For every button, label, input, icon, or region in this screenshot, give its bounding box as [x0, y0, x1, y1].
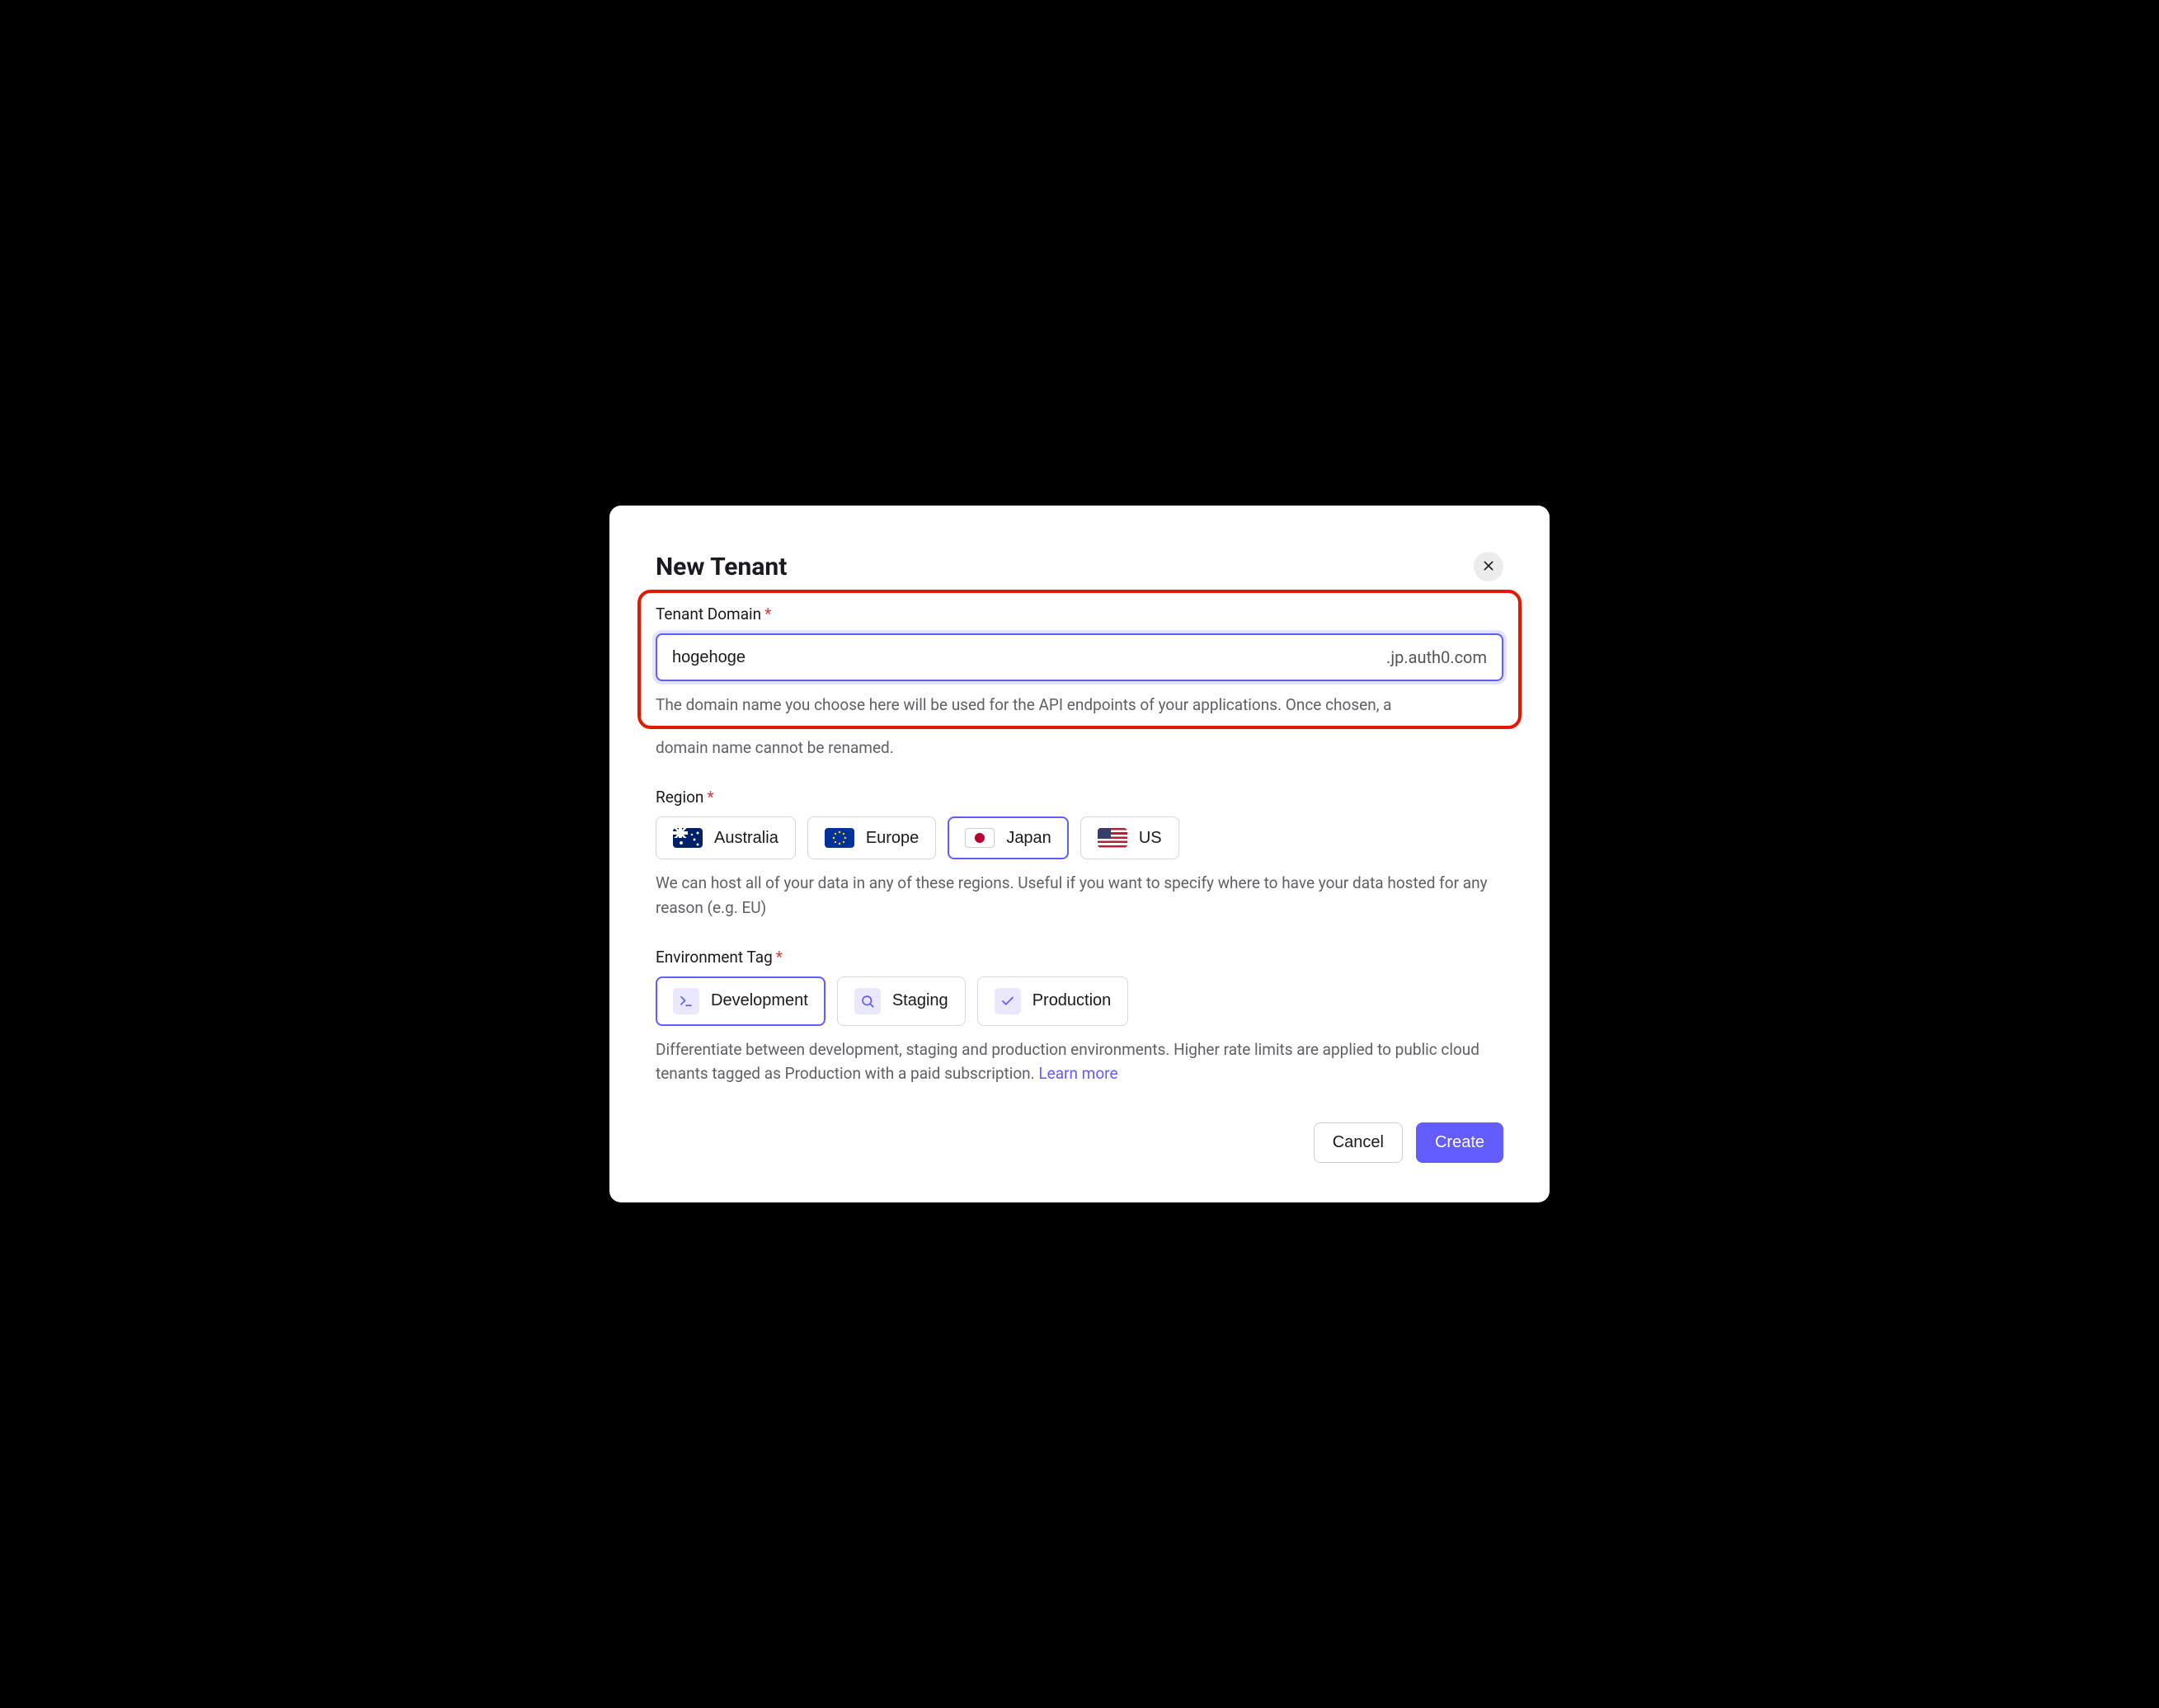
dialog-footer: Cancel Create — [656, 1122, 1503, 1163]
region-options: Australia Europe Japan US — [656, 816, 1503, 859]
search-icon — [854, 988, 881, 1014]
close-icon — [1482, 559, 1495, 575]
close-button[interactable] — [1474, 552, 1503, 581]
check-icon — [995, 988, 1021, 1014]
region-label: Region* — [656, 788, 1503, 807]
tenant-domain-field: Tenant Domain* .jp.auth0.com The domain … — [656, 590, 1503, 760]
dialog-header: New Tenant — [656, 552, 1503, 581]
learn-more-link[interactable]: Learn more — [1038, 1064, 1117, 1083]
region-option-label: Europe — [866, 829, 920, 848]
dialog-title: New Tenant — [656, 553, 787, 581]
create-button[interactable]: Create — [1416, 1122, 1503, 1163]
required-marker: * — [707, 788, 713, 807]
environment-label: Environment Tag* — [656, 948, 1503, 967]
region-option-europe[interactable]: Europe — [807, 816, 937, 859]
new-tenant-dialog: New Tenant Tenant Domain* .jp.auth0.com … — [609, 506, 1550, 1202]
environment-option-staging[interactable]: Staging — [837, 976, 966, 1026]
tenant-domain-highlight: Tenant Domain* .jp.auth0.com The domain … — [637, 590, 1522, 728]
flag-australia-icon — [673, 828, 703, 848]
tenant-domain-input-wrap[interactable]: .jp.auth0.com — [656, 633, 1503, 681]
tenant-domain-help-line1: The domain name you choose here will be … — [656, 693, 1503, 717]
tenant-domain-label: Tenant Domain* — [656, 605, 1503, 623]
environment-option-label: Production — [1032, 991, 1112, 1010]
environment-options: Development Staging Production — [656, 976, 1503, 1026]
region-option-australia[interactable]: Australia — [656, 816, 796, 859]
environment-option-production[interactable]: Production — [977, 976, 1129, 1026]
region-field: Region* Australia Europe Japan US We can… — [656, 788, 1503, 920]
cancel-button[interactable]: Cancel — [1314, 1122, 1403, 1163]
required-marker: * — [776, 948, 783, 967]
region-option-us[interactable]: US — [1080, 816, 1179, 859]
terminal-icon — [673, 988, 699, 1014]
region-option-japan[interactable]: Japan — [948, 816, 1069, 859]
environment-option-label: Staging — [892, 991, 948, 1010]
tenant-domain-suffix: .jp.auth0.com — [1386, 647, 1487, 667]
environment-option-development[interactable]: Development — [656, 976, 826, 1026]
tenant-domain-input[interactable] — [672, 648, 1386, 667]
required-marker: * — [764, 605, 771, 623]
environment-field: Environment Tag* Development Staging — [656, 948, 1503, 1086]
region-help: We can host all of your data in any of t… — [656, 871, 1503, 920]
region-option-label: Japan — [1006, 829, 1051, 848]
region-option-label: Australia — [714, 829, 778, 848]
environment-option-label: Development — [711, 991, 808, 1010]
flag-japan-icon — [965, 828, 995, 848]
environment-help: Differentiate between development, stagi… — [656, 1038, 1503, 1086]
region-option-label: US — [1139, 829, 1162, 848]
tenant-domain-help-line2: domain name cannot be renamed. — [656, 736, 1503, 760]
flag-us-icon — [1098, 828, 1127, 848]
flag-europe-icon — [825, 828, 854, 848]
